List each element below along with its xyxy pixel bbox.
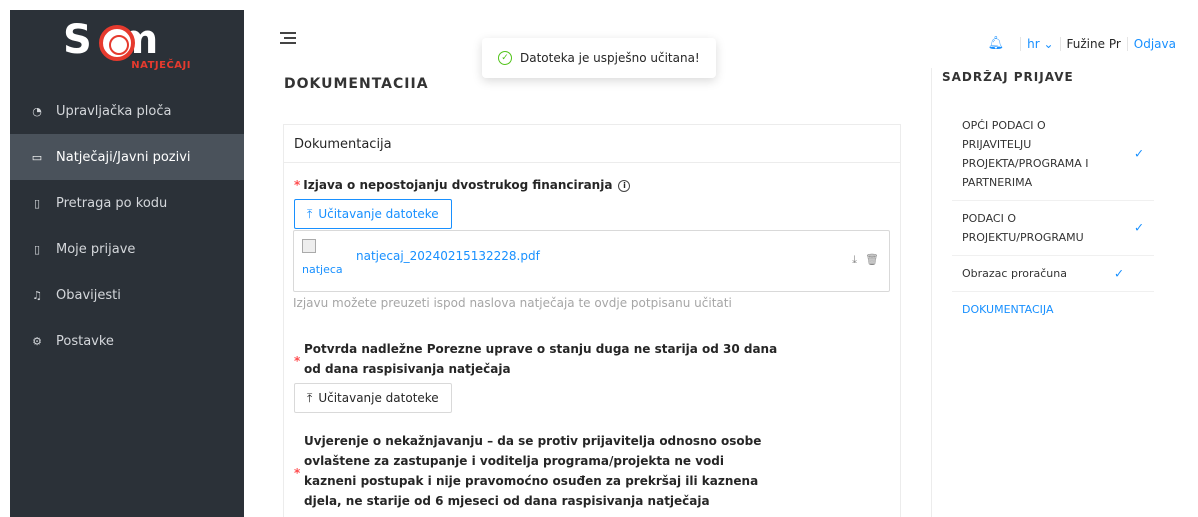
check-circle-icon: ✓ [498,51,512,65]
divider [1126,36,1128,51]
documentation-card: Dokumentacija * Izjava o nepostojanju dvo… [283,124,901,517]
download-icon[interactable]: ⤓ [852,253,857,267]
steps-list: OPĆI PODACI O PRIJAVITELJU PROJEKTA/PROG… [952,108,1154,327]
sidebar-item-dashboard[interactable]: ◔ Upravljačka ploča [10,88,244,134]
check-icon: ✓ [1133,146,1144,161]
step-documentation[interactable]: DOKUMENTACIJA [952,292,1154,327]
success-toast: ✓ Datoteka je uspješno učitana! [482,38,716,78]
dashboard-icon: ◔ [32,104,42,118]
menu-toggle-icon[interactable] [280,32,296,44]
notification-bell-icon[interactable]: 🔔︎ [988,36,1005,51]
field-tax-certificate: * Potvrda nadležne Porezne uprave o stan… [294,339,777,413]
sidebar-item-settings[interactable]: ⚙ Postavke [10,318,244,364]
required-marker: * [294,178,301,192]
page-title: DOKUMENTACIJA [284,76,429,88]
sidebar-item-label: Pretraga po kodu [56,195,168,211]
toast-message: Datoteka je uspješno učitana! [520,51,700,65]
step-project-data[interactable]: PODACI O PROJEKTU/PROGRAMU ✓ [952,201,1154,256]
file-actions: ⤓ 🗑︎ [852,253,879,267]
logo-ring-icon [99,25,135,61]
file-name-link[interactable]: natjecaj_20240215132228.pdf [356,249,540,263]
sidebar: S m NATJEČAJI ◔ Upravljačka ploča ▭ Natj… [10,10,244,517]
step-general-data[interactable]: OPĆI PODACI O PRIJAVITELJU PROJEKTA/PROG… [952,108,1154,201]
sidebar-item-my-applications[interactable]: ▯ Moje prijave [10,226,244,272]
check-icon: ✓ [1133,220,1144,235]
field-double-financing-statement: * Izjava o nepostojanju dvostrukog financ… [294,175,631,229]
info-icon[interactable]: i [618,180,631,192]
divider [1059,36,1061,51]
check-icon: ✓ [1113,266,1124,280]
logout-link[interactable]: Odjava [1134,37,1176,51]
required-marker: * [294,354,301,368]
file-thumbnail[interactable]: natjecaj [302,239,342,287]
field-label: * Uvjerenje o nekažnjavanju – da se prot… [294,434,762,508]
sidebar-item-label: Postavke [56,333,114,349]
top-bar: 🔔︎ hr ⌄ Fužine Pr Odjava [244,10,1198,68]
broken-image-icon [302,239,316,253]
sidebar-item-label: Moje prijave [56,241,136,257]
logo-subtitle: NATJEČAJI [131,60,191,71]
language-select[interactable]: hr ⌄ [1027,37,1053,51]
bell-icon: ♫ [32,288,42,302]
uploaded-file-item: natjecaj natjecaj_20240215132228.pdf ⤓ 🗑… [293,230,890,292]
top-right-actions: 🔔︎ hr ⌄ Fužine Pr Odjava [988,36,1176,51]
upload-icon: ⤒ [307,390,313,405]
required-marker: * [294,466,301,480]
settings-icon: ⚙ [32,334,42,348]
sidebar-item-label: Natječaji/Javni pozivi [56,149,191,165]
file-text-icon: ▯ [33,242,41,256]
application-contents-panel: SADRŽAJ PRIJAVE OPĆI PODACI O PRIJAVITEL… [931,68,1198,517]
logo-mark: S m NATJEČAJI [63,17,191,71]
sidebar-item-label: Upravljačka ploča [56,103,172,119]
upload-button[interactable]: ⤒ Učitavanje datoteke [294,383,452,413]
step-budget-form[interactable]: Obrazac proračuna ✓ [952,256,1154,292]
card-title: Dokumentacija [284,125,900,163]
sidebar-nav: ◔ Upravljačka ploča ▭ Natječaji/Javni po… [10,88,244,364]
field-label: * Izjava o nepostojanju dvostrukog financ… [294,175,631,195]
app-logo[interactable]: S m NATJEČAJI [10,10,244,78]
panel-heading: SADRŽAJ PRIJAVE [942,70,1074,84]
field-no-conviction-certificate: * Uvjerenje o nekažnjavanju – da se prot… [294,431,761,511]
upload-button[interactable]: ⤒ Učitavanje datoteke [294,199,452,229]
sidebar-item-search-by-code[interactable]: ▯ Pretraga po kodu [10,180,244,226]
folder-open-icon: ▭ [31,150,43,164]
upload-icon: ⤒ [307,206,313,221]
field-label: * Potvrda nadležne Porezne uprave o stan… [294,342,778,376]
sidebar-item-label: Obavijesti [56,287,121,303]
field-hint: Izjavu možete preuzeti ispod naslova nat… [293,296,732,310]
delete-icon[interactable]: 🗑︎ [865,253,879,267]
file-search-icon: ▯ [33,196,41,210]
divider [1020,36,1022,51]
sidebar-item-tenders[interactable]: ▭ Natječaji/Javni pozivi [10,134,244,180]
sidebar-item-notifications[interactable]: ♫ Obavijesti [10,272,244,318]
user-name: Fužine Pr [1066,36,1121,51]
